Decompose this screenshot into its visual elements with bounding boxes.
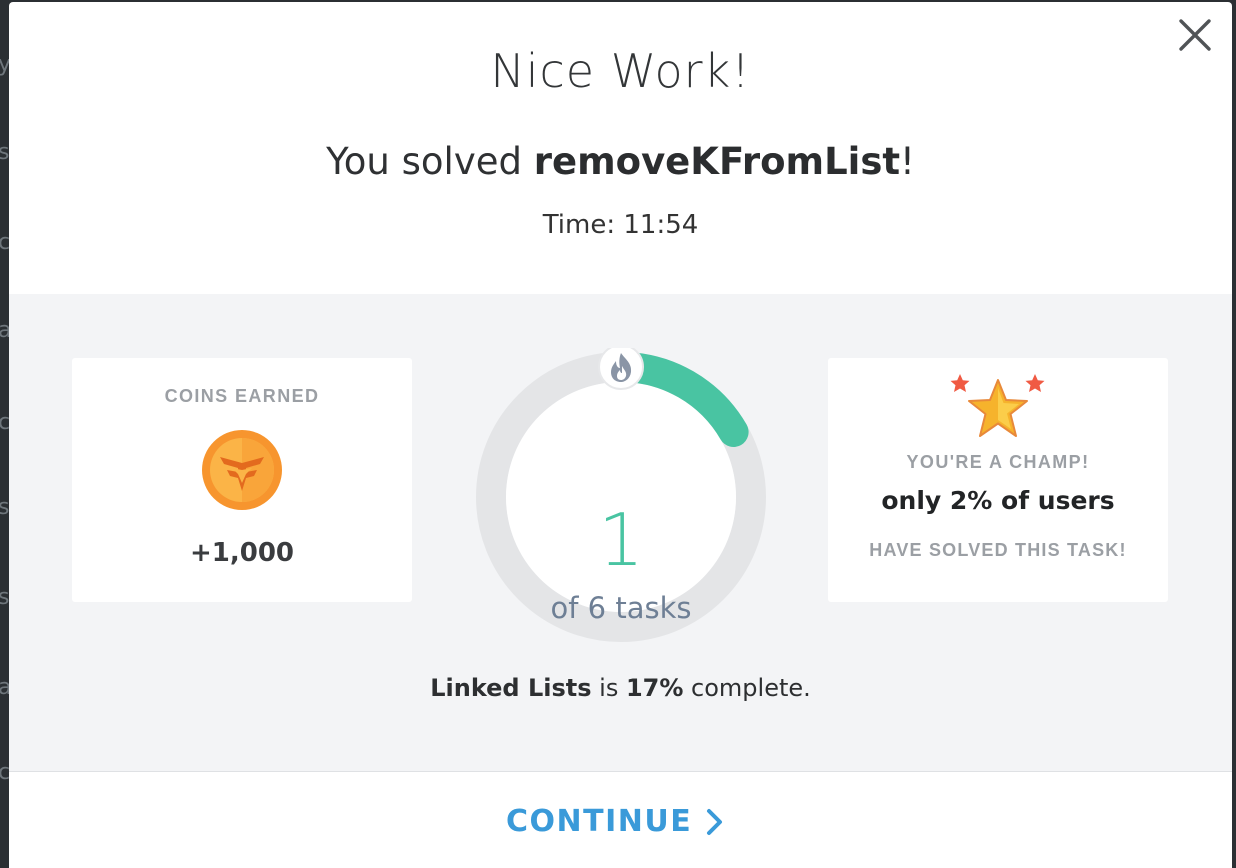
champ-percentile: only 2% of users [881, 486, 1115, 515]
chevron-right-icon [707, 809, 722, 835]
topic-completion: Linked Lists is 17% complete. [9, 674, 1232, 702]
solved-message: You solved removeKFromList! [9, 140, 1232, 183]
tasks-solved-count: 1 [598, 498, 644, 582]
solved-prefix: You solved [326, 140, 534, 183]
champ-card: YOU'RE A CHAMP! only 2% of users HAVE SO… [828, 358, 1168, 602]
modal-footer: CONTINUE [9, 772, 1232, 868]
task-complete-modal: Nice Work! You solved removeKFromList! T… [9, 2, 1232, 868]
solved-suffix: ! [900, 140, 915, 183]
completion-is: is [591, 674, 626, 702]
topic-name: Linked Lists [430, 674, 592, 702]
task-name: removeKFromList [533, 140, 901, 183]
champ-footer: HAVE SOLVED THIS TASK! [869, 540, 1127, 560]
background-page-edge: y s c a c s s a c [0, 0, 11, 868]
continue-label: CONTINUE [506, 804, 693, 839]
task-progress-ring: 1 of 6 tasks [472, 344, 770, 646]
completion-percent: 17% [625, 674, 684, 702]
coin-icon [202, 430, 282, 510]
coins-earned-value: +1,000 [189, 538, 295, 568]
solve-time: Time: 11:54 [542, 210, 699, 240]
coins-earned-card: COINS EARNED +1,000 [72, 358, 412, 602]
champ-heading: YOU'RE A CHAMP! [906, 452, 1090, 472]
completion-suffix: complete. [683, 674, 811, 702]
stats-section: COINS EARNED +1,000 1 of 6 tasks YOU'RE … [9, 294, 1232, 772]
coins-earned-label: COINS EARNED [164, 386, 320, 406]
modal-title: Nice Work! [490, 44, 751, 98]
continue-button[interactable]: CONTINUE [506, 798, 738, 844]
modal-header: Nice Work! You solved removeKFromList! T… [9, 2, 1232, 294]
tasks-total-label: of 6 tasks [550, 591, 692, 625]
star-icon [950, 374, 1045, 437]
